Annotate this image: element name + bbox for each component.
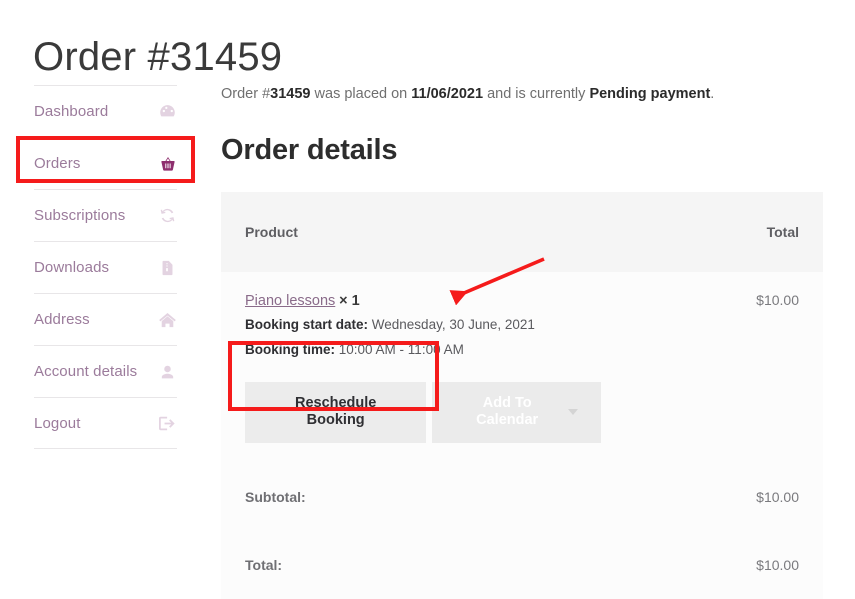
order-table-foot: Subtotal: $10.00 Total: $10.00 — [221, 462, 823, 599]
basket-icon — [158, 154, 177, 173]
status-date: 11/06/2021 — [411, 86, 484, 102]
total-value: $10.00 — [625, 530, 823, 599]
total-label: Total: — [221, 530, 625, 599]
sidebar-item-label: Account details — [34, 363, 138, 380]
sidebar-item-label: Address — [34, 311, 90, 328]
reschedule-booking-button[interactable]: Reschedule Booking — [245, 381, 427, 443]
column-header-total: Total — [625, 191, 823, 272]
page-title: Order #31459 — [33, 34, 283, 79]
status-middle: was placed on — [310, 86, 412, 102]
booking-time-line: Booking time: 10:00 AM - 11:00 AM — [245, 340, 601, 360]
product-quantity: × 1 — [339, 292, 360, 309]
product-name-link[interactable]: Piano lessons — [245, 293, 335, 309]
sidebar-item-orders[interactable]: Orders — [34, 137, 177, 189]
refresh-sync-icon — [158, 206, 177, 225]
booking-time-value: 10:00 AM - 11:00 AM — [338, 342, 464, 358]
add-to-calendar-label: Add To Calendar — [476, 394, 539, 429]
order-table-head: Product Total — [221, 191, 823, 272]
table-row: Total: $10.00 — [221, 530, 823, 599]
sidebar-item-address[interactable]: Address — [34, 293, 177, 345]
status-suffix: . — [710, 86, 715, 102]
booking-time-label: Booking time: — [245, 342, 335, 358]
product-title-line: Piano lessons × 1 — [245, 292, 601, 309]
subtotal-value: $10.00 — [625, 462, 823, 531]
file-download-icon — [158, 258, 177, 277]
booking-start-date-value: Wednesday, 30 June, 2021 — [371, 316, 535, 332]
dashboard-gauge-icon — [158, 102, 177, 121]
subtotal-label: Subtotal: — [221, 462, 625, 531]
order-status-sentence: Order #31459 was placed on 11/06/2021 an… — [221, 84, 823, 106]
sidebar-item-downloads[interactable]: Downloads — [34, 241, 177, 293]
logout-arrow-icon — [158, 414, 177, 433]
user-icon — [158, 362, 177, 381]
order-table-body: Piano lessons × 1 Booking start date: We… — [221, 271, 823, 463]
status-prefix: Order # — [221, 86, 271, 102]
sidebar-item-account-details[interactable]: Account details — [34, 345, 177, 397]
order-details-heading: Order details — [221, 133, 398, 166]
status-order-number: 31459 — [270, 86, 311, 102]
sidebar-item-dashboard[interactable]: Dashboard — [34, 85, 177, 137]
booking-start-date-label: Booking start date: — [245, 316, 369, 332]
sidebar-item-label: Subscriptions — [34, 207, 126, 224]
order-main-content: Order #31459 was placed on 11/06/2021 an… — [221, 84, 823, 599]
product-cell: Piano lessons × 1 Booking start date: We… — [221, 271, 625, 463]
table-row: Piano lessons × 1 Booking start date: We… — [221, 271, 823, 463]
order-details-table: Product Total Piano lessons × 1 Booking … — [221, 191, 823, 599]
sidebar-item-label: Orders — [34, 155, 81, 172]
account-sidebar-nav: Dashboard Orders Subscriptions Downloads — [34, 85, 177, 449]
booking-start-date-line: Booking start date: Wednesday, 30 June, … — [245, 315, 601, 335]
table-row: Subtotal: $10.00 — [221, 462, 823, 531]
status-badge: Pending payment — [589, 86, 711, 102]
column-header-product: Product — [221, 191, 625, 272]
product-line-total: $10.00 — [625, 271, 823, 463]
status-connector: and is currently — [483, 86, 590, 102]
sidebar-item-label: Logout — [34, 414, 81, 432]
sidebar-item-label: Downloads — [34, 259, 110, 276]
table-header-row: Product Total — [221, 191, 823, 272]
booking-actions: Reschedule Booking Add To Calendar — [245, 381, 601, 443]
chevron-down-icon — [568, 409, 578, 416]
home-icon — [158, 310, 177, 329]
sidebar-item-subscriptions[interactable]: Subscriptions — [34, 189, 177, 241]
sidebar-item-label: Dashboard — [34, 103, 109, 120]
add-to-calendar-button[interactable]: Add To Calendar — [432, 381, 601, 443]
sidebar-item-logout[interactable]: Logout — [34, 397, 177, 449]
